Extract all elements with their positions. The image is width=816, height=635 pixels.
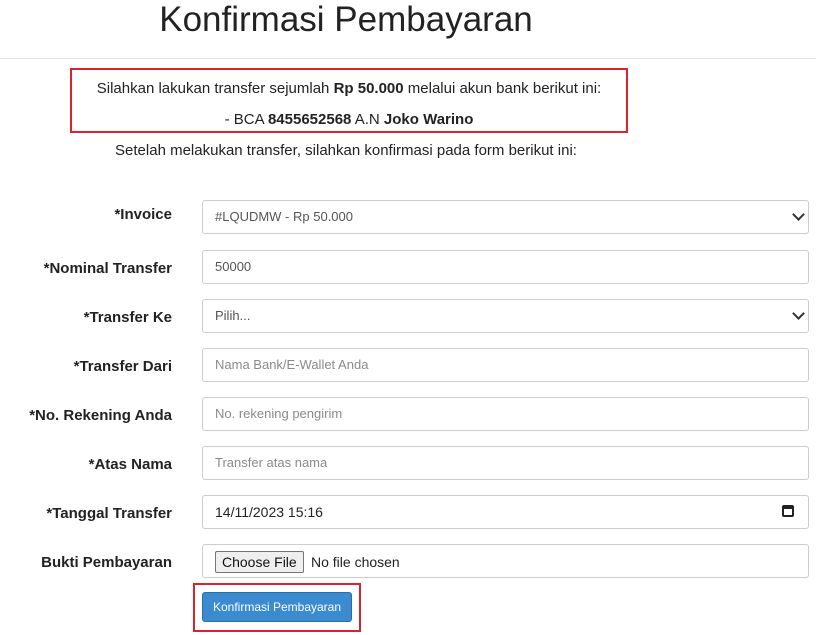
chevron-down-icon bbox=[792, 307, 805, 320]
atas-nama-label: *Atas Nama bbox=[88, 456, 172, 473]
chevron-down-icon bbox=[792, 208, 805, 221]
rekening-placeholder: No. rekening pengirim bbox=[215, 406, 343, 421]
atas-nama-input[interactable]: Transfer atas nama bbox=[202, 446, 809, 480]
rekening-label: *No. Rekening Anda bbox=[29, 407, 172, 424]
transfer-ke-select[interactable]: Pilih... bbox=[202, 299, 809, 333]
transfer-amount: Rp 50.000 bbox=[333, 80, 404, 97]
calendar-icon[interactable] bbox=[782, 505, 794, 517]
notice-line-bank-account: - BCA 8455652568 A.N Joko Warino bbox=[224, 111, 474, 128]
tanggal-transfer-value: 14/11/2023 15:16 bbox=[215, 504, 323, 520]
file-status-text: No file chosen bbox=[311, 554, 400, 570]
bukti-pembayaran-file-input[interactable]: Choose File No file chosen bbox=[202, 544, 809, 578]
nominal-transfer-label: *Nominal Transfer bbox=[43, 260, 172, 277]
transfer-ke-label: *Transfer Ke bbox=[83, 309, 172, 326]
transfer-dari-input[interactable]: Nama Bank/E-Wallet Anda bbox=[202, 348, 809, 382]
rekening-input[interactable]: No. rekening pengirim bbox=[202, 397, 809, 431]
page-title: Konfirmasi Pembayaran bbox=[159, 0, 533, 39]
tanggal-transfer-input[interactable]: 14/11/2023 15:16 bbox=[202, 495, 809, 529]
invoice-label: *Invoice bbox=[114, 206, 172, 223]
bukti-pembayaran-label: Bukti Pembayaran bbox=[41, 554, 172, 571]
invoice-selected-value: #LQUDMW - Rp 50.000 bbox=[215, 209, 353, 224]
transfer-ke-selected-value: Pilih... bbox=[215, 308, 251, 323]
account-number: 8455652568 bbox=[267, 111, 352, 128]
nominal-transfer-input[interactable]: 50000 bbox=[202, 250, 809, 284]
account-name: Joko Warino bbox=[383, 111, 474, 128]
instruction-text: Setelah melakukan transfer, silahkan kon… bbox=[115, 142, 577, 159]
transfer-dari-label: *Transfer Dari bbox=[73, 358, 172, 375]
invoice-select[interactable]: #LQUDMW - Rp 50.000 bbox=[202, 200, 809, 234]
konfirmasi-pembayaran-button[interactable]: Konfirmasi Pembayaran bbox=[202, 592, 352, 622]
tanggal-transfer-label: *Tanggal Transfer bbox=[46, 505, 172, 522]
nominal-transfer-value: 50000 bbox=[215, 259, 252, 274]
transfer-dari-placeholder: Nama Bank/E-Wallet Anda bbox=[215, 357, 369, 372]
choose-file-button[interactable]: Choose File bbox=[215, 551, 304, 573]
header-divider bbox=[0, 58, 816, 59]
atas-nama-placeholder: Transfer atas nama bbox=[215, 455, 328, 470]
notice-line-transfer-amount: Silahkan lakukan transfer sejumlah Rp 50… bbox=[96, 80, 602, 97]
